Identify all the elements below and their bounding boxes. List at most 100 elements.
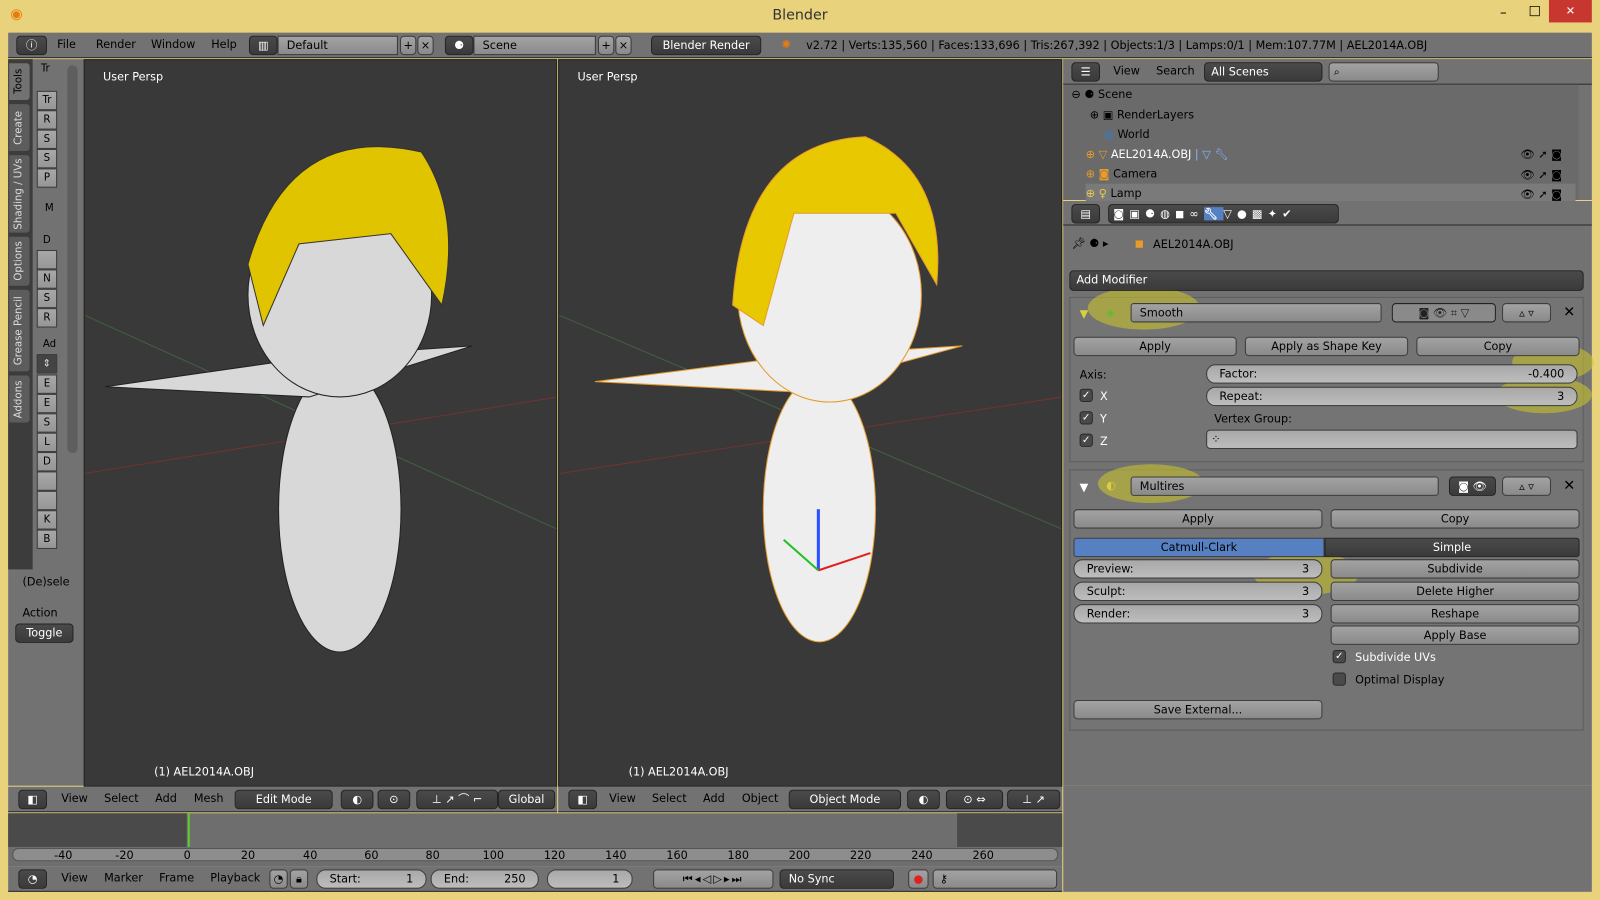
outliner-row-camera[interactable]: ⊕ ◙ Camera <box>1086 164 1157 183</box>
operator-panel-title[interactable]: (De)sele <box>22 576 69 589</box>
menu-render[interactable]: Render <box>96 33 136 57</box>
catmull-clark-toggle[interactable]: Catmull-Clark <box>1073 537 1325 558</box>
layout-icon-button[interactable]: ▥ <box>248 35 278 56</box>
subdivide-button[interactable]: Subdivide <box>1330 559 1580 579</box>
display-mode-select[interactable]: All Scenes <box>1204 62 1323 82</box>
pivot-select[interactable]: ⊙ ⇔ <box>945 789 1004 810</box>
axis-z-checkbox[interactable]: ✓ <box>1079 433 1093 447</box>
shading-select[interactable]: ◐ <box>907 789 940 810</box>
outliner-row-object[interactable]: ⊕ ▽ AEL2014A.OBJ | ▽ 🔧︎ <box>1086 145 1229 164</box>
scene-icon-button[interactable]: ⚈ <box>444 35 474 56</box>
optimal-display-checkbox[interactable] <box>1332 672 1346 686</box>
keying-set-field[interactable]: ⚷ <box>932 869 1058 889</box>
menu-view[interactable]: View <box>1113 59 1140 83</box>
preview-levels-field[interactable]: Preview: 3 <box>1073 559 1323 579</box>
sync-select[interactable]: No Sync <box>779 869 894 889</box>
menu-playback[interactable]: Playback <box>210 866 260 890</box>
scene-field[interactable]: Scene <box>473 35 596 56</box>
editor-type-outliner-button[interactable]: ☰ <box>1071 62 1100 82</box>
tool-button[interactable]: S <box>36 148 58 169</box>
menu-add[interactable]: Add <box>703 787 725 811</box>
visibility-icons[interactable]: 👁︎ ➚ ◙ 👁︎ ➚ ◙ 👁︎ ➚ ◙ <box>1520 145 1562 205</box>
tool-button[interactable]: K <box>36 510 58 530</box>
maximize-button[interactable]: □ <box>1529 3 1542 18</box>
vertex-group-field[interactable]: ⁘ <box>1206 429 1578 449</box>
tool-button[interactable] <box>36 490 58 511</box>
menu-marker[interactable]: Marker <box>104 866 143 890</box>
scene-add-button[interactable]: + <box>597 35 615 56</box>
current-frame-indicator[interactable] <box>187 813 190 847</box>
editor-type-3d-button[interactable]: ◧ <box>568 789 597 810</box>
layout-field[interactable]: Default <box>277 35 398 56</box>
viewport-right[interactable]: User Persp (1) AEL2014A.OBJ <box>558 59 1063 787</box>
tool-button[interactable]: P <box>36 168 58 188</box>
menu-add[interactable]: Add <box>155 787 177 811</box>
menu-view[interactable]: View <box>609 787 636 811</box>
render-engine-select[interactable]: Blender Render <box>651 35 762 56</box>
mode-select[interactable]: Edit Mode <box>234 789 333 810</box>
pivot-select[interactable]: ⊙ <box>377 789 411 810</box>
transform-panel-header[interactable]: Tr <box>41 63 50 74</box>
mode-select[interactable]: Object Mode <box>788 789 902 810</box>
layout-add-button[interactable]: + <box>399 35 417 56</box>
tool-button[interactable]: E <box>36 393 58 414</box>
pin-icon[interactable]: 📌︎ ⚈ ▸ <box>1071 237 1108 250</box>
manipulator-buttons[interactable]: ⊥ ↗ <box>1007 789 1061 810</box>
action-select[interactable]: Toggle <box>15 623 74 643</box>
apply-as-shape-key-button[interactable]: Apply as Shape Key <box>1244 336 1409 357</box>
tab-create[interactable]: Create <box>9 104 30 152</box>
tool-button[interactable]: S <box>36 129 58 149</box>
save-external-button[interactable]: Save External... <box>1073 699 1323 720</box>
outliner-row-renderlayers[interactable]: ⊕ ▣ RenderLayers <box>1090 105 1194 124</box>
viewport-left[interactable]: User Persp (1) AEL2014A.OBJ <box>83 59 558 787</box>
delete-higher-button[interactable]: Delete Higher <box>1330 581 1580 602</box>
repeat-field[interactable]: Repeat: 3 <box>1206 386 1578 407</box>
tool-button[interactable]: D <box>36 452 58 472</box>
manipulator-buttons[interactable]: ⊥ ↗ ⌒ ⌐ <box>416 789 498 810</box>
outliner-search-input[interactable]: ⌕ <box>1328 62 1439 82</box>
start-frame-field[interactable]: Start: 1 <box>316 869 427 889</box>
simple-toggle[interactable]: Simple <box>1324 537 1580 558</box>
editor-type-properties-button[interactable]: ▤ <box>1071 204 1100 224</box>
menu-view[interactable]: View <box>61 787 88 811</box>
lock-button[interactable]: 🔒︎ <box>289 869 309 889</box>
current-frame-field[interactable]: 1 <box>546 869 633 889</box>
tool-button[interactable]: B <box>36 529 58 549</box>
add-modifier-select[interactable]: Add Modifier <box>1069 270 1584 291</box>
menu-select[interactable]: Select <box>104 787 139 811</box>
tool-button[interactable]: S <box>36 288 58 309</box>
tool-button[interactable] <box>36 249 58 270</box>
tool-button[interactable]: Tr <box>36 90 58 111</box>
sculpt-levels-field[interactable]: Sculpt: 3 <box>1073 581 1323 602</box>
axis-x-checkbox[interactable]: ✓ <box>1079 388 1093 403</box>
menu-view[interactable]: View <box>61 866 88 890</box>
end-frame-field[interactable]: End: 250 <box>430 869 539 889</box>
scene-remove-button[interactable]: × <box>615 35 632 56</box>
menu-help[interactable]: Help <box>211 33 237 57</box>
subdivide-uvs-checkbox[interactable]: ✓ <box>1332 649 1346 664</box>
smooth-copy-button[interactable]: Copy <box>1416 336 1580 357</box>
tool-button[interactable]: L <box>36 432 58 453</box>
preview-range-button[interactable]: ◔ <box>269 869 288 889</box>
render-levels-field[interactable]: Render: 3 <box>1073 604 1323 624</box>
tool-shelf-scrollbar[interactable] <box>67 65 78 454</box>
outliner-row-world[interactable]: ◍ World <box>1104 124 1150 143</box>
layout-remove-button[interactable]: × <box>417 35 434 56</box>
mesh-panel-header[interactable]: M <box>45 203 54 214</box>
multires-apply-button[interactable]: Apply <box>1073 509 1323 529</box>
context-tabs[interactable]: ◙▣⚈◍◼∞🔧︎▽●▩✦✔ <box>1108 204 1339 224</box>
move-up-down-buttons[interactable]: ▵ ▿ <box>1502 303 1552 323</box>
move-up-down-buttons[interactable]: ▵ ▿ <box>1502 476 1552 496</box>
orientation-select[interactable]: Global <box>497 789 556 810</box>
record-button[interactable]: ● <box>908 869 929 889</box>
modifier-name-field[interactable]: Smooth <box>1130 303 1382 323</box>
menu-select[interactable]: Select <box>652 787 687 811</box>
tool-button[interactable]: N <box>36 269 58 289</box>
tool-button[interactable]: E <box>36 374 58 394</box>
tool-button[interactable]: R <box>36 110 58 130</box>
tool-button[interactable]: S <box>36 413 58 433</box>
playback-controls[interactable]: ⏮◂◁▷▸⏭ <box>653 869 774 889</box>
modifier-visibility-toggles[interactable]: ◙ 👁︎ ⌗ ▽ <box>1391 303 1496 323</box>
menu-window[interactable]: Window <box>151 33 195 57</box>
menu-file[interactable]: File <box>57 33 76 57</box>
